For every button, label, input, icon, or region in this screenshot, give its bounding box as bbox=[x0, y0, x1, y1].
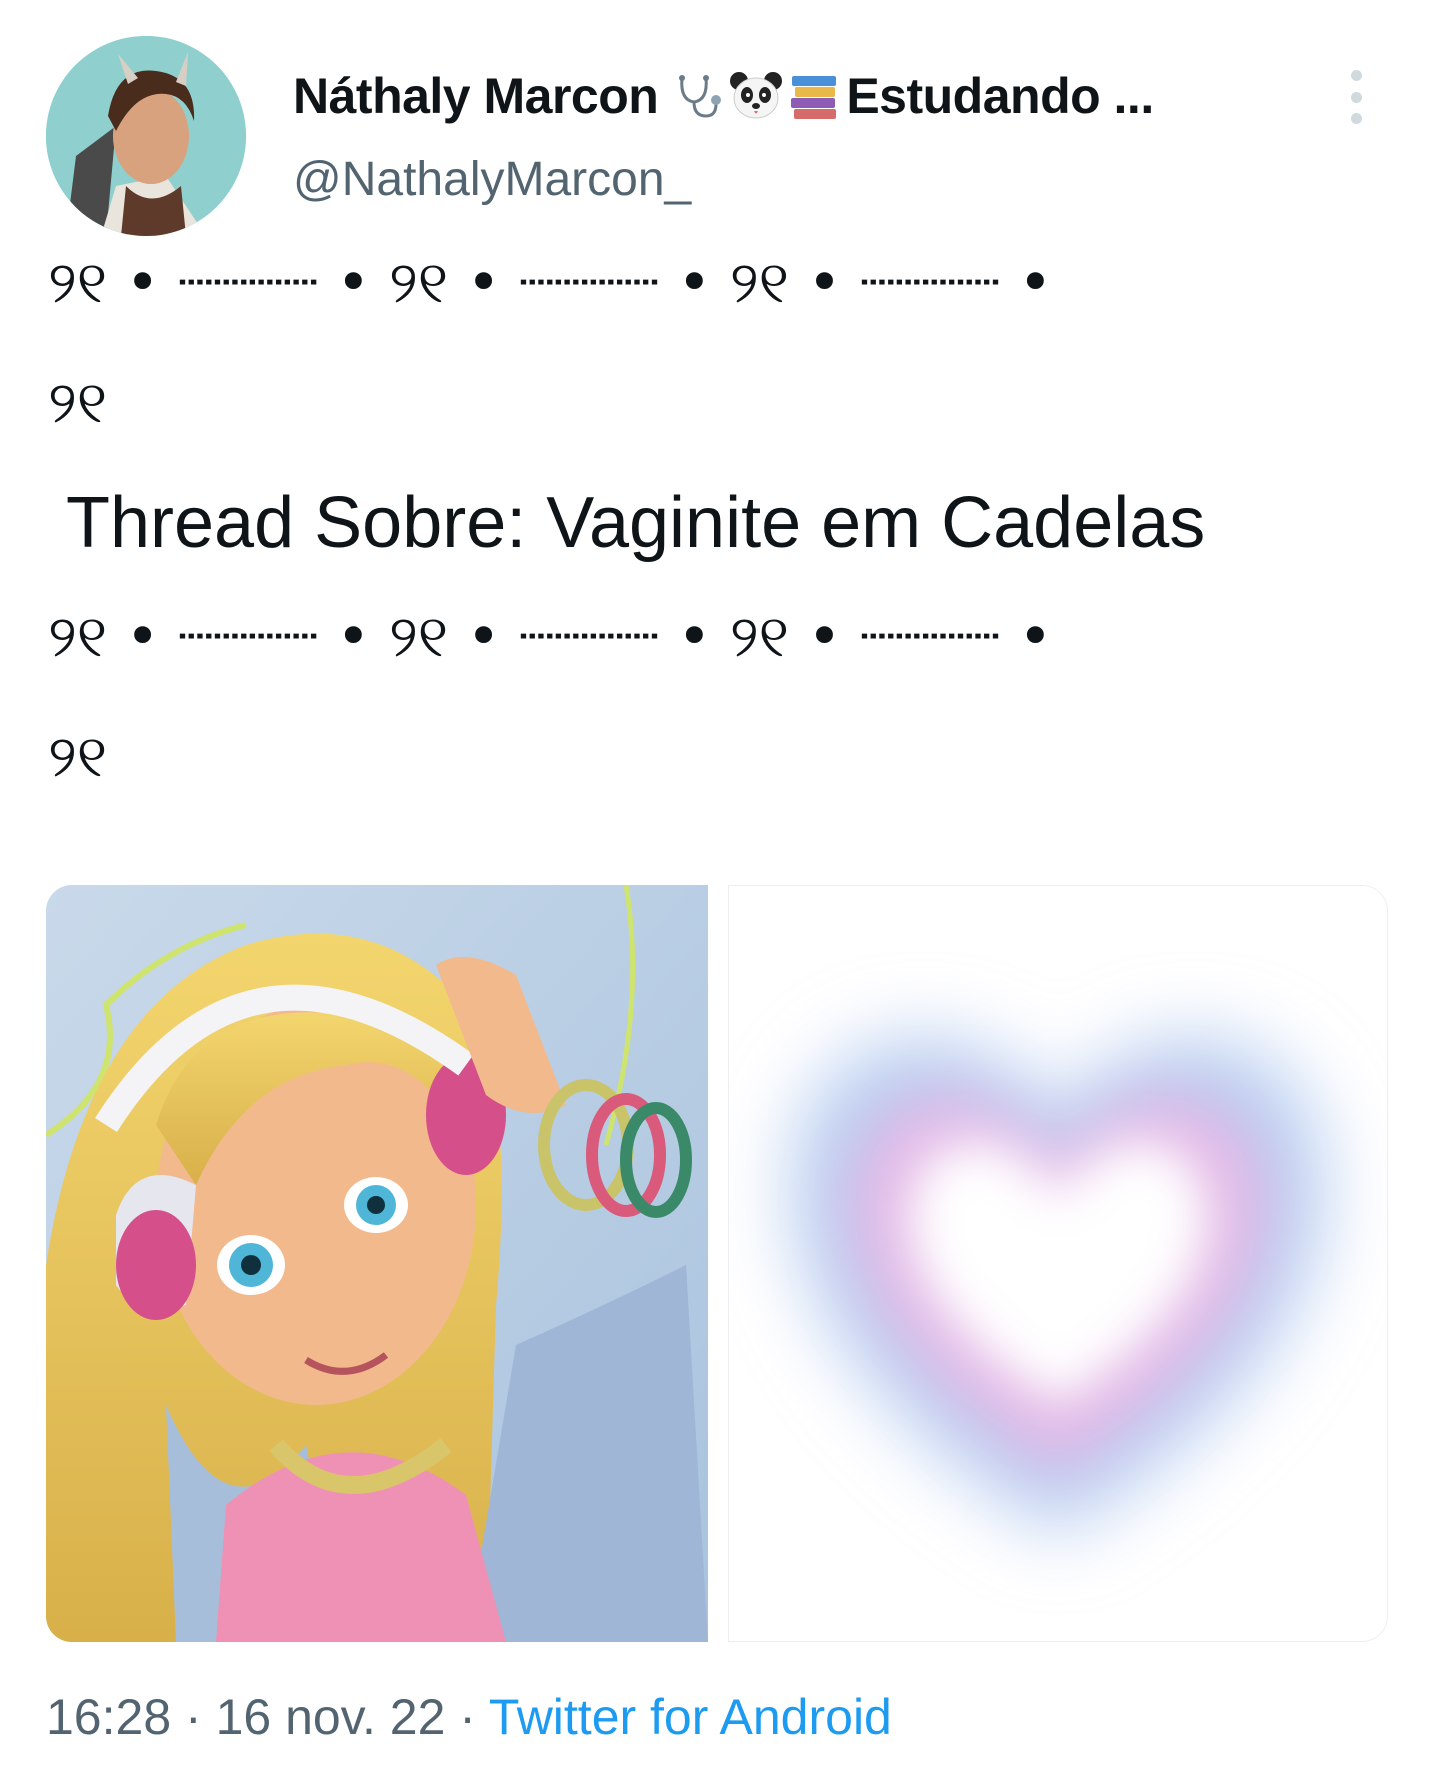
more-dot bbox=[1350, 91, 1362, 103]
panda-icon bbox=[728, 70, 784, 122]
tweet-date[interactable]: 16 nov. 22 bbox=[216, 1689, 446, 1745]
name-emoji-group bbox=[672, 70, 840, 122]
tweet-time[interactable]: 16:28 bbox=[46, 1689, 171, 1745]
decoration-end-bottom: ୨୧ bbox=[48, 722, 108, 790]
more-options-icon[interactable] bbox=[1341, 70, 1371, 124]
gradient-heart-image[interactable] bbox=[728, 885, 1388, 1642]
meta-separator: · bbox=[445, 1689, 489, 1745]
author-name-suffix[interactable]: Estudando ... bbox=[846, 67, 1154, 125]
decoration-end-top: ୨୧ bbox=[48, 368, 108, 436]
author-avatar[interactable] bbox=[46, 36, 246, 236]
books-icon bbox=[788, 70, 840, 122]
more-dot bbox=[1350, 113, 1362, 124]
anime-girl-with-headphones-image[interactable] bbox=[46, 885, 708, 1642]
more-dot bbox=[1350, 70, 1362, 81]
author-name-row[interactable]: Náthaly Marcon Estudando ... bbox=[293, 62, 1154, 130]
tweet-title: Thread Sobre: Vaginite em Cadelas bbox=[66, 483, 1206, 563]
meta-separator: · bbox=[171, 1689, 216, 1745]
decoration-line-top: ୨୧ • ┈┈┈┈ • ୨୧ • ┈┈┈┈ • ୨୧ • ┈┈┈┈ • bbox=[48, 248, 1053, 316]
author-handle[interactable]: @NathalyMarcon_ bbox=[293, 152, 691, 207]
tweet-source-link[interactable]: Twitter for Android bbox=[489, 1689, 892, 1745]
decoration-line-bottom: ୨୧ • ┈┈┈┈ • ୨୧ • ┈┈┈┈ • ୨୧ • ┈┈┈┈ • bbox=[48, 602, 1053, 670]
tweet-meta: 16:28 · 16 nov. 22 · Twitter for Android bbox=[46, 1688, 892, 1746]
stethoscope-icon bbox=[672, 70, 724, 122]
author-display-name[interactable]: Náthaly Marcon bbox=[293, 67, 659, 125]
